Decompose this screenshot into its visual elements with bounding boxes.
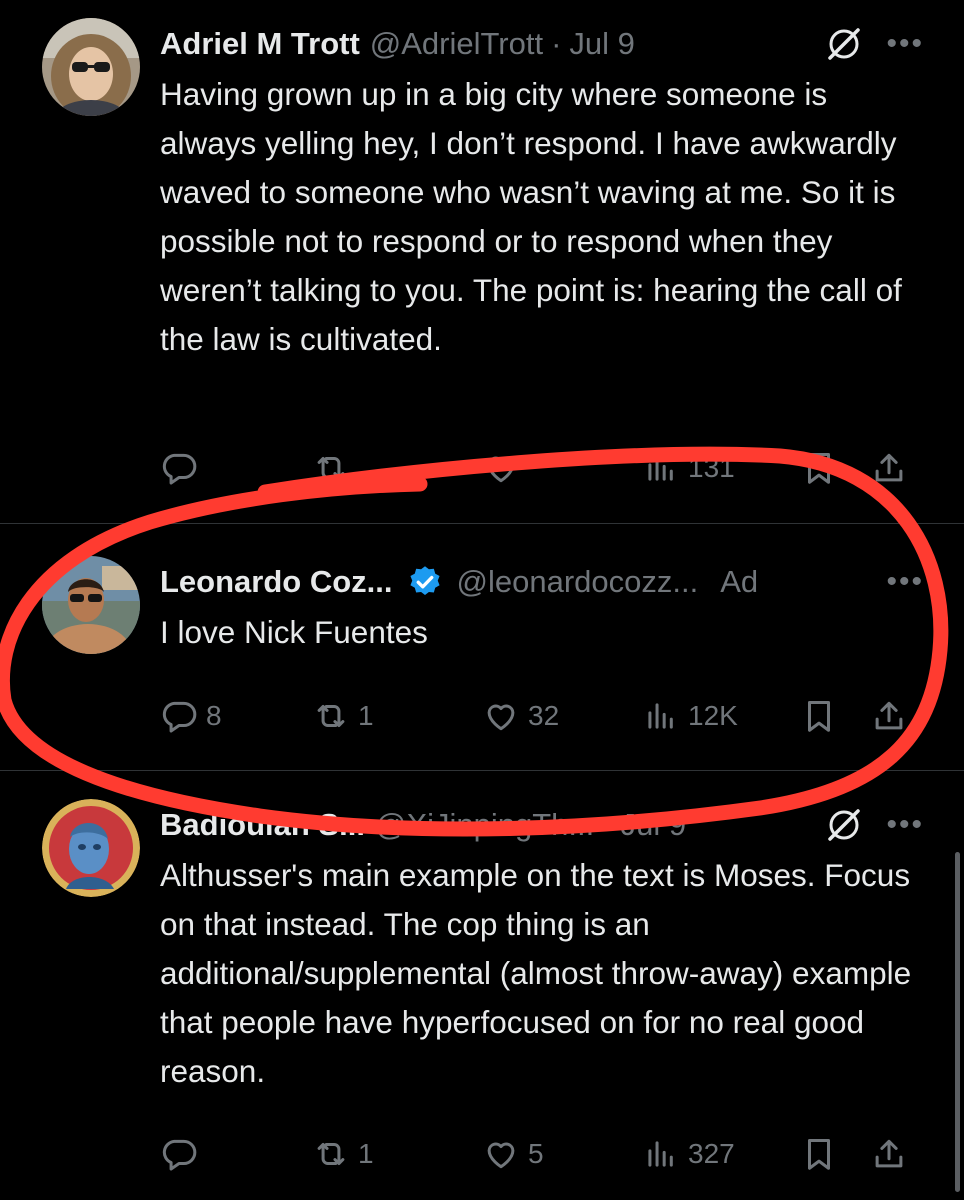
more-icon[interactable]: ••• — [886, 808, 924, 842]
repost-count: 1 — [358, 700, 374, 731]
like-count: 32 — [528, 700, 560, 731]
ad-label: Ad — [720, 564, 759, 599]
tweet-date[interactable]: Jul 9 — [569, 26, 634, 62]
views-icon — [648, 455, 673, 481]
verified-badge-icon — [409, 566, 440, 596]
reply-button[interactable]: 8 — [160, 697, 312, 735]
bookmark-icon — [807, 1139, 831, 1170]
author-name[interactable]: Badiouian S... — [160, 807, 365, 843]
avatar[interactable] — [42, 799, 140, 897]
bookmark-icon — [807, 453, 831, 484]
views-count: 327 — [688, 1138, 735, 1169]
bookmark-icon — [807, 701, 831, 732]
tweet-text: I love Nick Fuentes — [160, 614, 428, 650]
views-count: 131 — [688, 452, 735, 483]
tweet-text: Althusser's main example on the text is … — [160, 857, 912, 1089]
repost-count: 1 — [358, 1138, 374, 1169]
like-icon — [487, 704, 515, 731]
separator-dot: · — [602, 807, 613, 842]
tweet-actions: 131 — [160, 444, 920, 492]
author-handle[interactable]: @AdrielTrott — [370, 26, 543, 62]
bookmark-button[interactable] — [800, 697, 870, 735]
grok-icon[interactable] — [824, 805, 864, 845]
separator-dot: · — [551, 26, 562, 61]
tweet-text: Having grown up in a big city where some… — [160, 76, 902, 357]
reply-count: 8 — [206, 700, 222, 731]
author-handle[interactable]: @leonardocozz... — [457, 564, 699, 600]
tweet-date[interactable]: Jul 9 — [621, 807, 686, 843]
scrollbar[interactable] — [955, 852, 960, 1192]
repost-button[interactable]: 1 — [312, 697, 482, 735]
like-button[interactable] — [482, 449, 642, 487]
share-button[interactable] — [870, 1135, 908, 1173]
reply-button[interactable] — [160, 449, 312, 487]
reply-icon — [162, 701, 197, 733]
repost-icon — [317, 704, 345, 728]
like-button[interactable]: 32 — [482, 697, 642, 735]
tweet-actions: 1 5 327 — [160, 1130, 920, 1178]
views-count: 12K — [688, 700, 738, 731]
bookmark-button[interactable] — [800, 449, 870, 487]
repost-icon — [317, 1142, 345, 1166]
tweet-adriel[interactable]: Adriel M Trott @AdrielTrott · Jul 9 ••• … — [0, 0, 964, 522]
repost-button[interactable]: 1 — [312, 1135, 482, 1173]
like-button[interactable]: 5 — [482, 1135, 642, 1173]
share-button[interactable] — [870, 697, 908, 735]
views-icon — [648, 703, 673, 729]
more-icon[interactable]: ••• — [886, 27, 924, 61]
avatar[interactable] — [42, 556, 140, 654]
grok-icon[interactable] — [824, 24, 864, 64]
like-icon — [487, 456, 515, 483]
reply-icon — [162, 453, 197, 485]
tweet-actions: 8 1 32 12K — [160, 692, 920, 740]
views-icon — [648, 1141, 673, 1167]
repost-button[interactable] — [312, 449, 482, 487]
bookmark-button[interactable] — [800, 1135, 870, 1173]
views-button[interactable]: 131 — [642, 449, 800, 487]
reply-icon — [162, 1139, 197, 1171]
author-name[interactable]: Adriel M Trott — [160, 26, 360, 62]
like-count: 5 — [528, 1138, 544, 1169]
reply-button[interactable] — [160, 1135, 312, 1173]
author-handle[interactable]: @XiJinpingTh... — [375, 807, 594, 843]
like-icon — [487, 1142, 515, 1169]
avatar[interactable] — [42, 18, 140, 116]
repost-icon — [317, 456, 345, 480]
tweet-badiouian[interactable]: Badiouian S... @XiJinpingTh... · Jul 9 •… — [0, 771, 964, 1200]
views-button[interactable]: 12K — [642, 697, 800, 735]
share-icon — [875, 1139, 903, 1168]
tweet-ad-leonardo[interactable]: Leonardo Coz... @leonardocozz... Ad ••• … — [0, 524, 964, 769]
share-icon — [875, 701, 903, 730]
author-name[interactable]: Leonardo Coz... — [160, 564, 393, 600]
views-button[interactable]: 327 — [642, 1135, 800, 1173]
share-button[interactable] — [870, 449, 908, 487]
share-icon — [875, 453, 903, 482]
more-icon[interactable]: ••• — [886, 565, 924, 599]
